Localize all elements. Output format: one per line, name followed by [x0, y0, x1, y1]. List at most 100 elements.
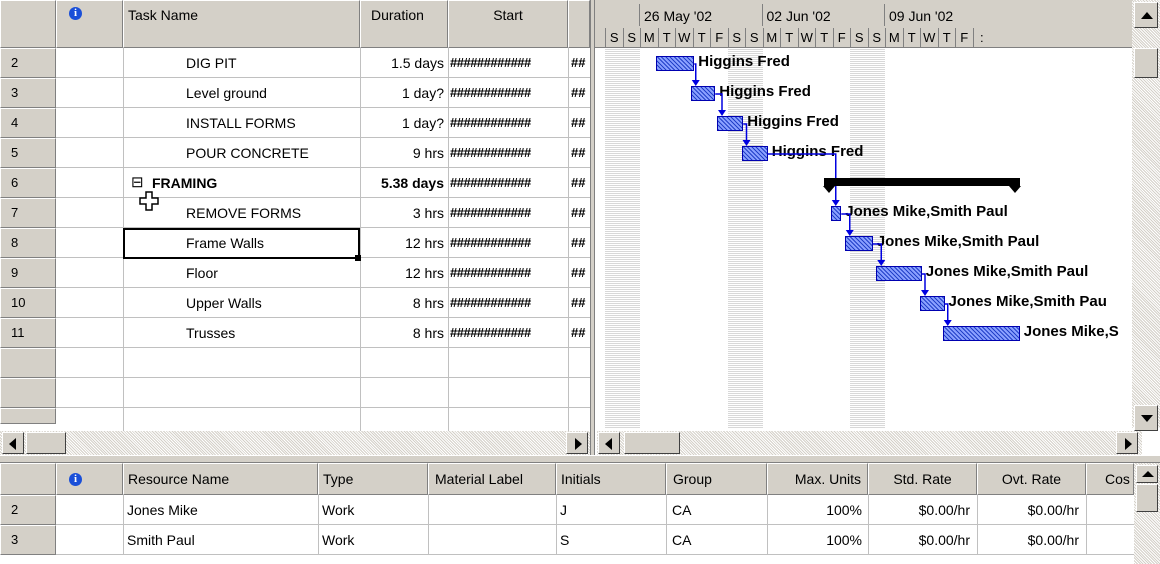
ovt-rate-cell[interactable]: $0.00/hr [977, 525, 1079, 555]
row-header[interactable]: 9 [0, 258, 56, 288]
task-name-cell[interactable]: INSTALL FORMS [186, 108, 356, 138]
duration-cell[interactable]: 12 hrs [360, 258, 444, 288]
row-header[interactable] [0, 348, 56, 378]
start-cell[interactable]: ############ [450, 108, 566, 138]
extra-cell[interactable]: ## [571, 78, 590, 108]
start-column-header[interactable]: Start [448, 0, 568, 48]
duration-cell[interactable]: 1.5 days [360, 48, 444, 78]
type-cell[interactable]: Work [322, 525, 426, 555]
duration-cell[interactable]: 9 hrs [360, 138, 444, 168]
extra-cell[interactable]: ## [571, 288, 590, 318]
group-header[interactable]: Group [666, 463, 767, 495]
task-name-cell[interactable]: Level ground [186, 78, 356, 108]
table-scroll-left-button[interactable] [2, 432, 24, 454]
resource-name-cell[interactable]: Jones Mike [127, 495, 317, 525]
duration-cell[interactable]: 8 hrs [360, 318, 444, 348]
gantt-horizontal-thumb[interactable] [624, 432, 680, 454]
max-units-cell[interactable]: 100% [767, 525, 862, 555]
extra-cell[interactable]: ## [571, 108, 590, 138]
start-cell[interactable]: ############ [450, 228, 566, 258]
row-header[interactable] [0, 378, 56, 408]
task-name-cell[interactable]: FRAMING [152, 168, 356, 198]
start-cell[interactable]: ############ [450, 318, 566, 348]
start-cell[interactable]: ############ [450, 288, 566, 318]
row-header[interactable]: 6 [0, 168, 56, 198]
row-header[interactable]: 2 [0, 48, 56, 78]
cost-header[interactable]: Cos [1086, 463, 1134, 495]
indicators-column-header[interactable]: i [56, 0, 123, 48]
row-header[interactable]: 3 [0, 78, 56, 108]
extra-cell[interactable]: ## [571, 48, 590, 78]
extra-cell[interactable]: ## [571, 318, 590, 348]
extra-cell[interactable]: ## [571, 168, 590, 198]
table-horizontal-thumb[interactable] [26, 432, 66, 454]
gantt-scroll-right-button[interactable] [1116, 432, 1138, 454]
row-header[interactable]: 3 [0, 525, 56, 555]
gantt-scroll-left-button[interactable] [598, 432, 620, 454]
resource-corner-header[interactable] [0, 463, 56, 495]
type-cell[interactable]: Work [322, 495, 426, 525]
max-units-header[interactable]: Max. Units [767, 463, 868, 495]
duration-cell[interactable]: 5.38 days [360, 168, 444, 198]
task-name-cell[interactable]: Floor [186, 258, 356, 288]
resource-name-cell[interactable]: Smith Paul [127, 525, 317, 555]
duration-column-header[interactable]: Duration [360, 0, 448, 48]
duration-cell[interactable]: 1 day? [360, 78, 444, 108]
extra-cell[interactable]: ## [571, 258, 590, 288]
std-rate-header[interactable]: Std. Rate [868, 463, 977, 495]
row-header[interactable]: 7 [0, 198, 56, 228]
extra-column-header[interactable] [568, 0, 590, 48]
material-label-header[interactable]: Material Label [428, 463, 556, 495]
corner-header[interactable] [0, 0, 56, 48]
resource-vertical-thumb[interactable] [1136, 484, 1158, 512]
start-cell[interactable]: ############ [450, 168, 566, 198]
row-header[interactable]: 11 [0, 318, 56, 348]
duration-cell[interactable]: 8 hrs [360, 288, 444, 318]
task-name-cell[interactable]: Trusses [186, 318, 356, 348]
ovt-rate-header[interactable]: Ovt. Rate [977, 463, 1086, 495]
task-name-cell[interactable]: POUR CONCRETE [186, 138, 356, 168]
initials-header[interactable]: Initials [556, 463, 666, 495]
extra-cell[interactable]: ## [571, 138, 590, 168]
row-header[interactable]: 10 [0, 288, 56, 318]
duration-cell[interactable]: 12 hrs [360, 228, 444, 258]
start-cell[interactable]: ############ [450, 138, 566, 168]
summary-bar[interactable] [823, 178, 1020, 186]
start-cell[interactable]: ############ [450, 48, 566, 78]
max-units-cell[interactable]: 100% [767, 495, 862, 525]
extra-cell[interactable]: ## [571, 198, 590, 228]
type-header[interactable]: Type [318, 463, 428, 495]
scroll-up-button[interactable] [1134, 2, 1158, 28]
pane-divider[interactable] [0, 455, 1160, 463]
fill-handle[interactable] [355, 255, 361, 261]
initials-cell[interactable]: S [560, 525, 664, 555]
resource-scroll-up-button[interactable] [1136, 465, 1158, 483]
row-header[interactable]: 8 [0, 228, 56, 258]
duration-cell[interactable]: 1 day? [360, 108, 444, 138]
task-name-cell[interactable]: REMOVE FORMS [186, 198, 356, 228]
ovt-rate-cell[interactable]: $0.00/hr [977, 495, 1079, 525]
start-cell[interactable]: ############ [450, 78, 566, 108]
task-name-cell[interactable]: Upper Walls [186, 288, 356, 318]
group-cell[interactable]: CA [672, 495, 766, 525]
vertical-scroll-thumb[interactable] [1134, 48, 1158, 78]
std-rate-cell[interactable]: $0.00/hr [868, 525, 970, 555]
row-header[interactable]: 4 [0, 108, 56, 138]
resource-name-header[interactable]: Resource Name [123, 463, 318, 495]
task-name-column-header[interactable]: Task Name [123, 0, 360, 48]
std-rate-cell[interactable]: $0.00/hr [868, 495, 970, 525]
table-horizontal-scrollbar[interactable] [0, 431, 590, 455]
start-cell[interactable]: ############ [450, 258, 566, 288]
initials-cell[interactable]: J [560, 495, 664, 525]
table-scroll-right-button[interactable] [566, 432, 588, 454]
group-cell[interactable]: CA [672, 525, 766, 555]
row-header[interactable]: 5 [0, 138, 56, 168]
extra-cell[interactable]: ## [571, 228, 590, 258]
row-header[interactable]: 2 [0, 495, 56, 525]
resource-indicators-header[interactable]: i [56, 463, 123, 495]
row-header[interactable] [0, 408, 56, 424]
scroll-down-button[interactable] [1134, 405, 1158, 431]
duration-cell[interactable]: 3 hrs [360, 198, 444, 228]
start-cell[interactable]: ############ [450, 198, 566, 228]
task-name-cell[interactable]: DIG PIT [186, 48, 356, 78]
